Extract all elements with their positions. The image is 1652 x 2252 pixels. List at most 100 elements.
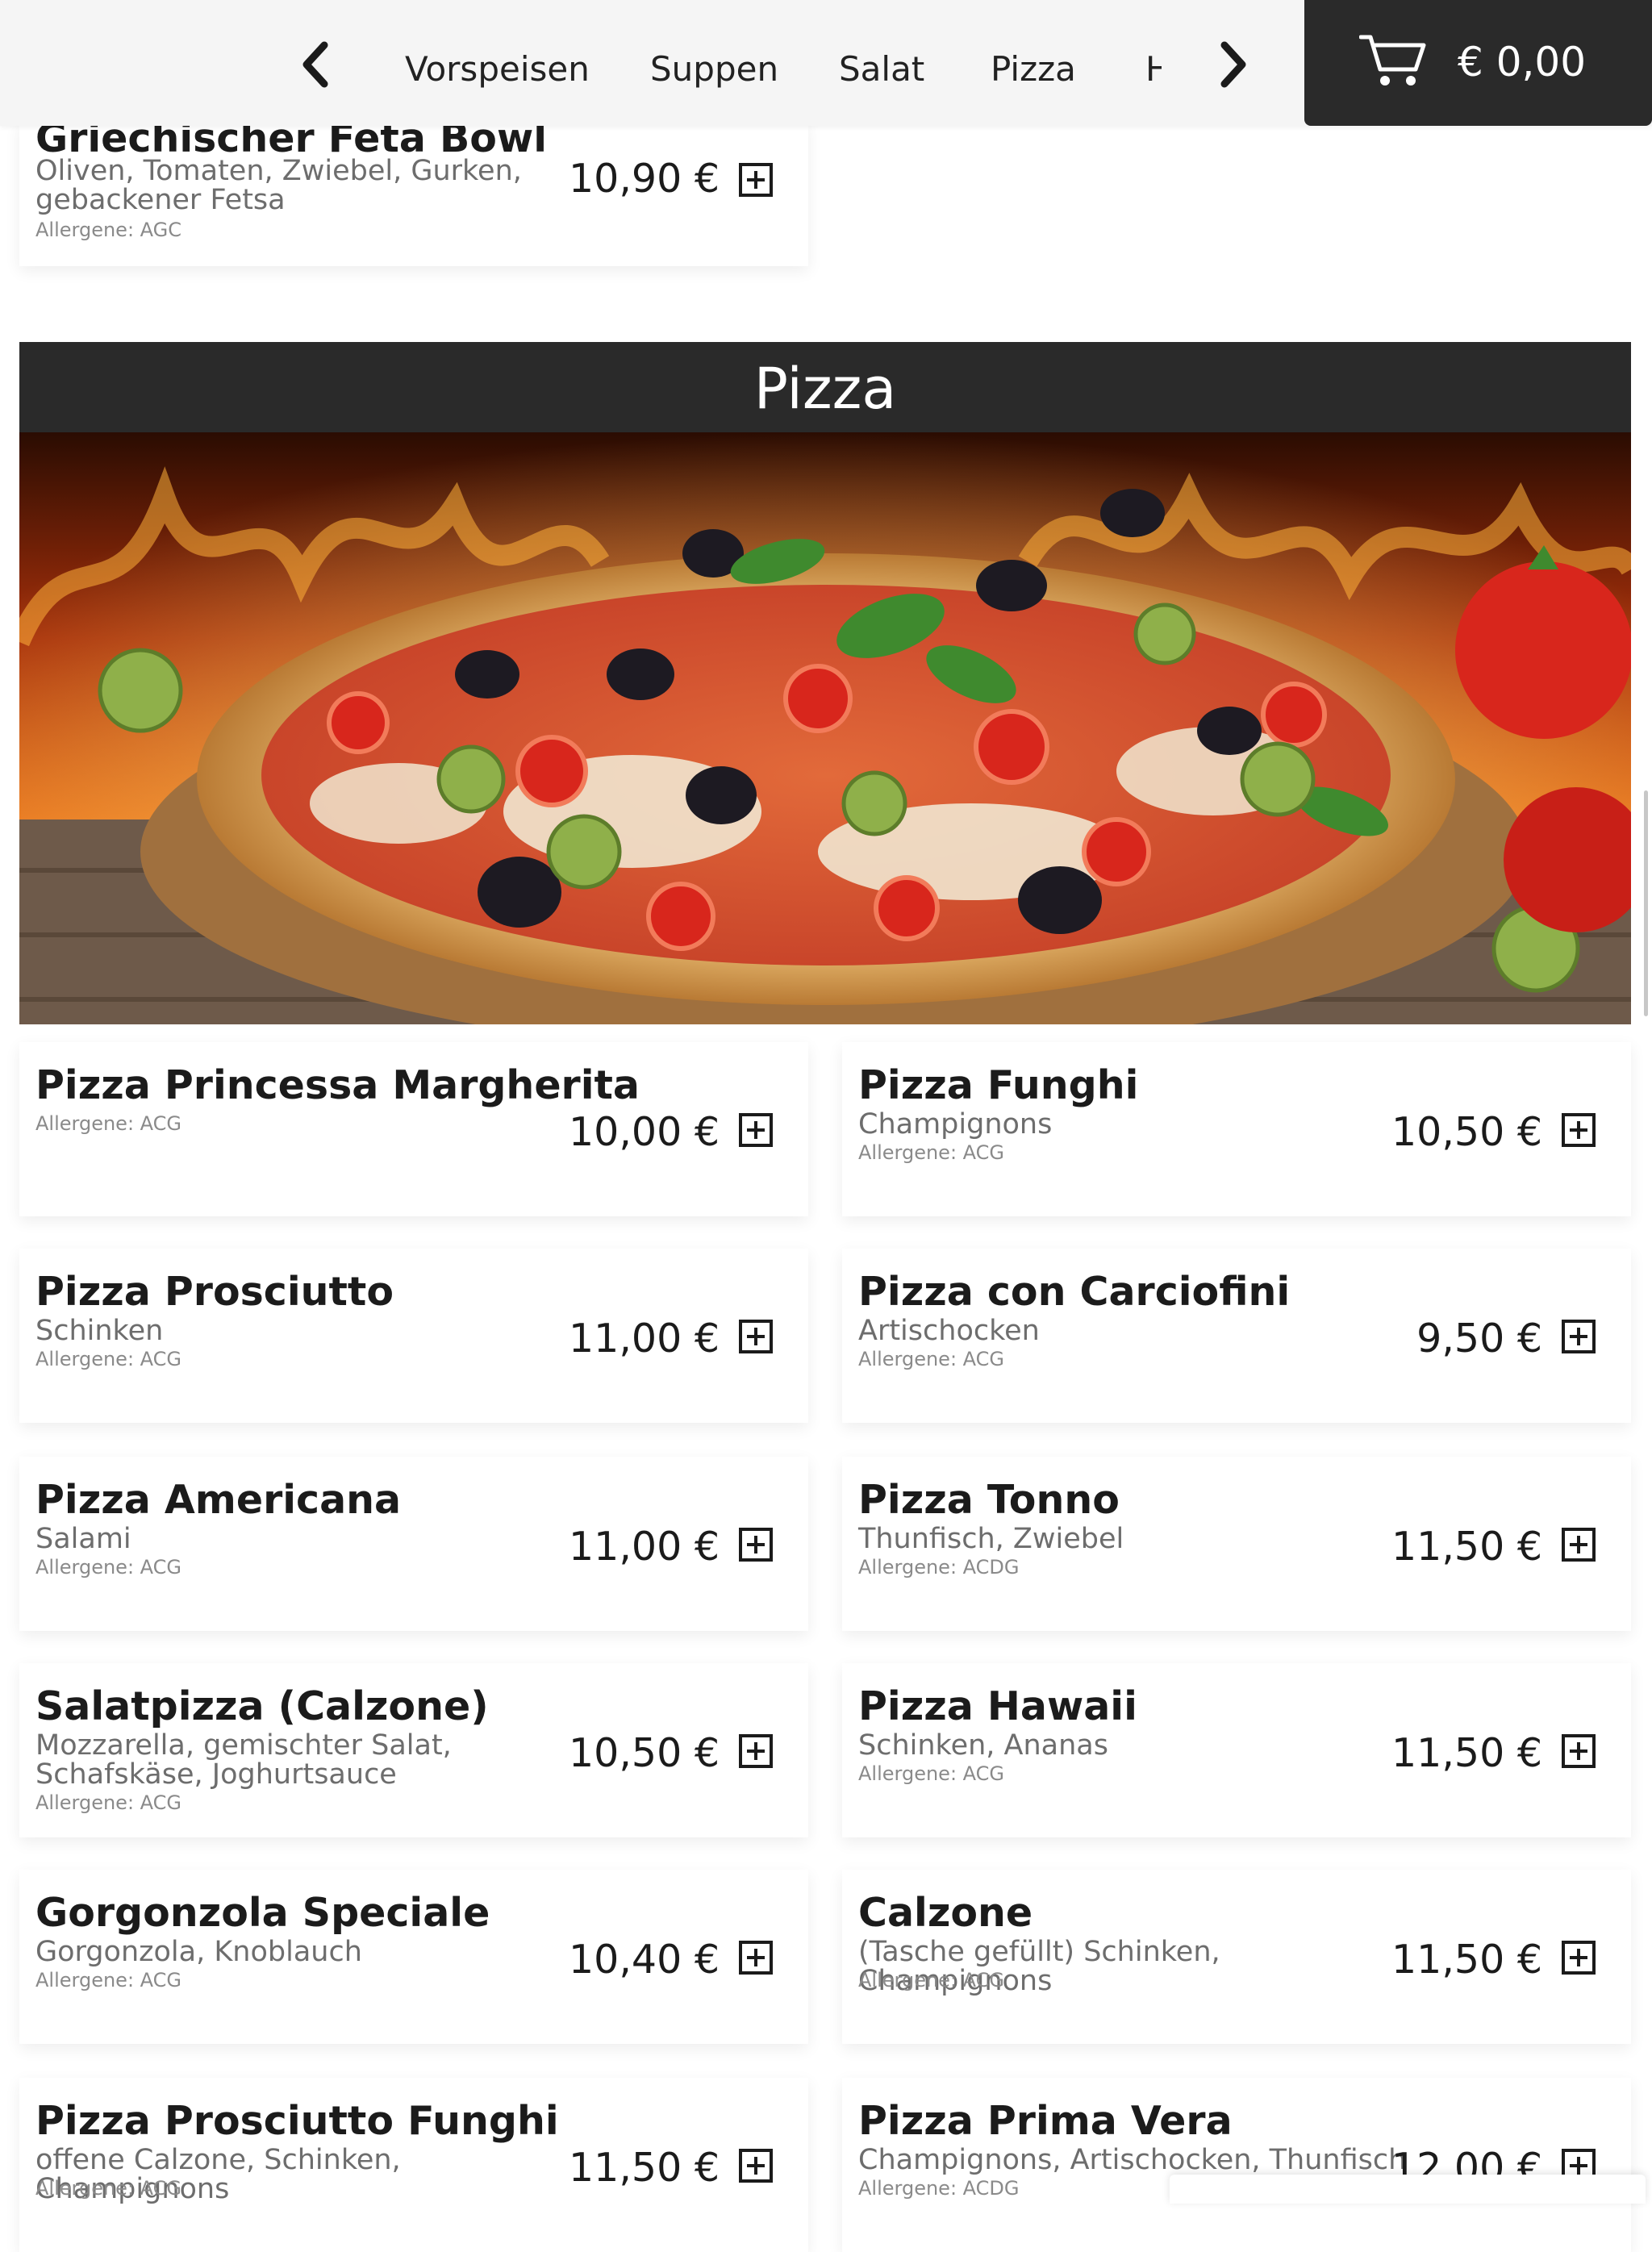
cart-total: € 0,00: [1458, 39, 1587, 85]
category-prev-button[interactable]: [292, 39, 340, 90]
item-title: Pizza Prima Vera: [858, 2098, 1233, 2144]
item-title: Pizza Prosciutto: [35, 1269, 394, 1315]
add-to-cart-button[interactable]: [739, 163, 773, 197]
item-title: Gorgonzola Speciale: [35, 1890, 490, 1936]
add-to-cart-button[interactable]: [739, 1113, 773, 1147]
tab-pizza[interactable]: Pizza: [991, 47, 1076, 92]
tab-more[interactable]: H: [1145, 47, 1162, 92]
item-description: Champignons: [858, 1108, 1053, 1141]
item-price: 10,50 €: [1391, 1109, 1542, 1155]
menu-item-card[interactable]: Pizza Americana Salami Allergene: ACG 11,00…: [19, 1457, 808, 1631]
item-title: Pizza Prosciutto Funghi: [35, 2098, 559, 2144]
add-to-cart-button[interactable]: [739, 1734, 773, 1768]
menu-item-card[interactable]: Griechischer Feta Bowl Oliven, Tomaten, …: [19, 115, 808, 266]
add-to-cart-button[interactable]: [739, 1941, 773, 1975]
item-title: Pizza Americana: [35, 1477, 402, 1523]
plus-square-icon: [739, 2149, 773, 2183]
menu-item-card[interactable]: Pizza Princessa Margherita Allergene: ACG…: [19, 1042, 808, 1216]
category-next-button[interactable]: [1208, 39, 1257, 90]
add-to-cart-button[interactable]: [739, 1320, 773, 1353]
menu-item-card[interactable]: Pizza con Carciofini Artischocken Allergen…: [842, 1249, 1631, 1423]
item-price: 9,50 €: [1416, 1316, 1542, 1362]
menu-item-card[interactable]: Pizza Prosciutto Schinken Allergene: ACG 11…: [19, 1249, 808, 1423]
item-price: 10,50 €: [568, 1730, 720, 1776]
menu-item-card[interactable]: Pizza Funghi Champignons Allergene: ACG 10,…: [842, 1042, 1631, 1216]
plus-square-icon: [1562, 1528, 1596, 1562]
section-header: Pizza: [19, 342, 1631, 432]
menu-item-card[interactable]: Pizza Tonno Thunfisch, Zwiebel Allergene: …: [842, 1457, 1631, 1631]
item-price: 10,40 €: [568, 1937, 720, 1983]
item-title: Pizza Princessa Margherita: [35, 1062, 640, 1108]
item-price: 11,00 €: [568, 1524, 720, 1570]
add-to-cart-button[interactable]: [1562, 1320, 1596, 1353]
item-title: Calzone: [858, 1890, 1033, 1936]
item-allergens: Allergene: ACG: [858, 1141, 1005, 1164]
top-navigation-bar: Vorspeisen Suppen Salat Pizza H € 0,00: [0, 0, 1652, 126]
item-description: Gorgonzola, Knoblauch: [35, 1936, 362, 1968]
item-allergens: Allergene: ACG: [35, 1556, 182, 1578]
item-allergens: Allergene: ACG: [858, 1762, 1005, 1785]
cart-button[interactable]: € 0,00: [1304, 0, 1652, 126]
item-allergens: Allergene: AGC: [35, 219, 182, 241]
add-to-cart-button[interactable]: [1562, 1528, 1596, 1562]
item-title: Pizza Hawaii: [858, 1683, 1137, 1729]
item-price: 11,50 €: [1391, 1937, 1542, 1983]
menu-item-card[interactable]: Gorgonzola Speciale Gorgonzola, Knoblauch…: [19, 1870, 808, 2044]
plus-square-icon: [739, 1734, 773, 1768]
item-title: Pizza Funghi: [858, 1062, 1139, 1108]
category-tabs: Vorspeisen Suppen Salat Pizza H: [355, 0, 1162, 126]
item-description: Oliven, Tomaten, Zwiebel, Gurken, geback…: [35, 155, 522, 216]
item-title: Pizza Tonno: [858, 1477, 1120, 1523]
plus-square-icon: [1562, 1320, 1596, 1353]
item-allergens: Allergene: ACG: [35, 1791, 182, 1814]
menu-item-card[interactable]: Pizza Prosciutto Funghi offene Calzone, S…: [19, 2078, 808, 2252]
menu-item-card[interactable]: Pizza Prima Vera Champignons, Artischocke…: [842, 2078, 1631, 2252]
plus-square-icon: [739, 163, 773, 197]
cart-icon: [1359, 35, 1426, 85]
chevron-left-icon: [302, 41, 328, 88]
item-price: 10,00 €: [568, 1109, 720, 1155]
item-allergens: Allergene: ACDG: [858, 1556, 1020, 1578]
section-title: Pizza: [753, 356, 897, 422]
tab-vorspeisen[interactable]: Vorspeisen: [405, 47, 590, 92]
menu-item-card[interactable]: Calzone (Tasche gefüllt) Schinken, Champi…: [842, 1870, 1631, 2044]
item-description: Thunfisch, Zwiebel: [858, 1523, 1124, 1555]
item-price: 11,50 €: [1391, 1524, 1542, 1570]
item-description: Salami: [35, 1523, 131, 1555]
add-to-cart-button[interactable]: [1562, 1941, 1596, 1975]
page-scrollbar[interactable]: [1644, 790, 1648, 1016]
item-description: Mozzarella, gemischter Salat, Schafskäse…: [35, 1729, 452, 1791]
item-title: Salatpizza (Calzone): [35, 1683, 489, 1729]
tab-suppen[interactable]: Suppen: [650, 47, 778, 92]
menu-item-card[interactable]: Salatpizza (Calzone) Mozzarella, gemischt…: [19, 1663, 808, 1837]
item-price: 11,50 €: [568, 2145, 720, 2191]
item-allergens: Allergene: ACG: [35, 2177, 182, 2200]
plus-square-icon: [739, 1113, 773, 1147]
item-description: Artischocken: [858, 1315, 1040, 1347]
menu-item-card[interactable]: Pizza Hawaii Schinken, Ananas Allergene: A…: [842, 1663, 1631, 1837]
item-allergens: Allergene: ACG: [858, 1969, 1005, 1991]
item-price: 11,00 €: [568, 1316, 720, 1362]
plus-square-icon: [739, 1941, 773, 1975]
plus-square-icon: [739, 1320, 773, 1353]
item-allergens: Allergene: ACG: [35, 1112, 182, 1135]
notification-popup: [1170, 2175, 1646, 2204]
item-allergens: Allergene: ACG: [858, 1348, 1005, 1370]
add-to-cart-button[interactable]: [1562, 1734, 1596, 1768]
item-allergens: Allergene: ACG: [35, 1969, 182, 1991]
plus-square-icon: [1562, 1113, 1596, 1147]
item-price: 11,50 €: [1391, 1730, 1542, 1776]
plus-square-icon: [1562, 1941, 1596, 1975]
item-description: Schinken, Ananas: [858, 1729, 1108, 1762]
add-to-cart-button[interactable]: [1562, 1113, 1596, 1147]
tab-salat[interactable]: Salat: [839, 47, 924, 92]
section-hero-image: [19, 432, 1631, 1024]
item-description: Schinken: [35, 1315, 164, 1347]
item-allergens: Allergene: ACG: [35, 1348, 182, 1370]
item-description: Champignons, Artischocken, Thunfisch: [858, 2144, 1407, 2176]
item-allergens: Allergene: ACDG: [858, 2177, 1020, 2200]
chevron-right-icon: [1220, 41, 1246, 88]
add-to-cart-button[interactable]: [739, 2149, 773, 2183]
add-to-cart-button[interactable]: [739, 1528, 773, 1562]
item-price: 10,90 €: [568, 156, 720, 202]
